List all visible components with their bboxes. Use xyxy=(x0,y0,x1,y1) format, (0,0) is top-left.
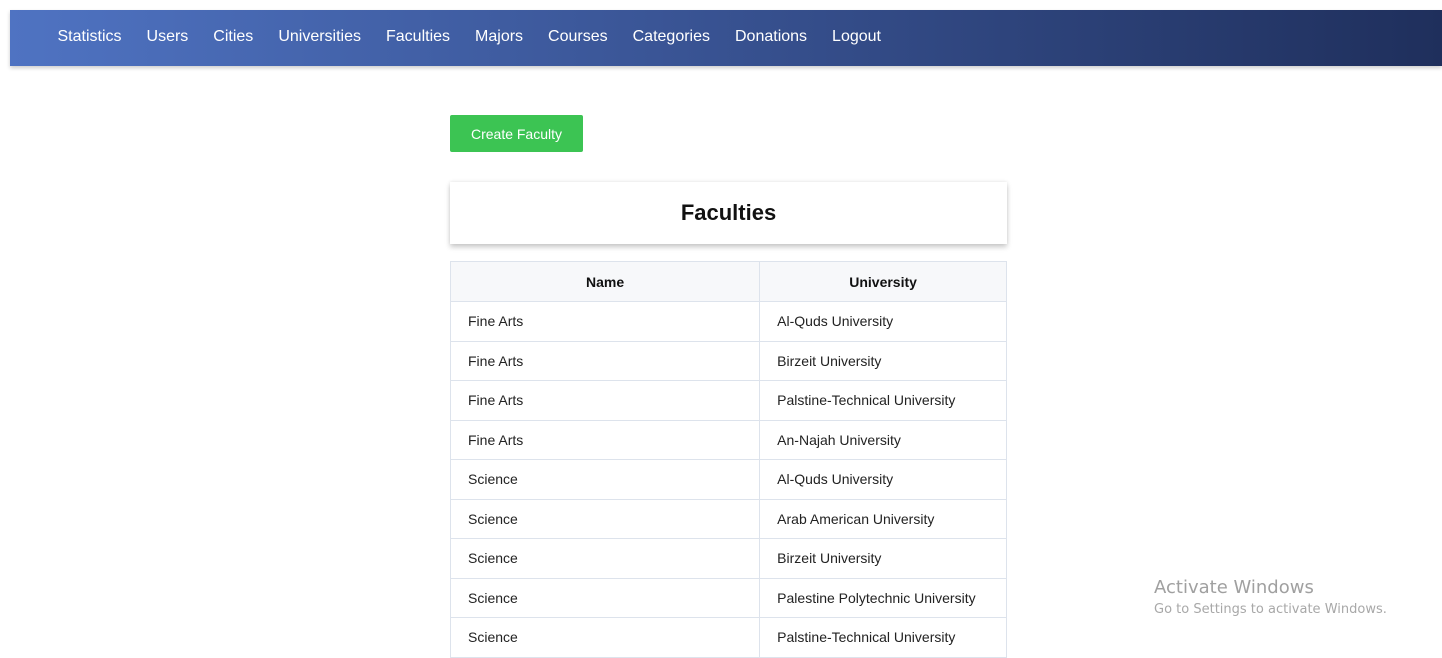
page-title-card: Faculties xyxy=(450,182,1007,244)
top-navbar: Statistics Users Cities Universities Fac… xyxy=(10,10,1442,66)
column-header-university[interactable]: University xyxy=(759,261,1007,302)
column-header-name[interactable]: Name xyxy=(449,261,761,302)
university-cell: Al-Quds University xyxy=(759,459,1007,500)
table-row[interactable]: Fine Arts Birzeit University xyxy=(449,340,1007,381)
table-header-row: Name University xyxy=(449,261,1007,302)
faculty-name-cell: Science xyxy=(449,498,761,539)
university-cell: Palstine-Technical University xyxy=(759,380,1007,421)
table-row[interactable]: Science Palestine Polytechnic University xyxy=(449,577,1007,618)
nav-link-courses[interactable]: Courses xyxy=(536,28,621,48)
faculty-name-cell: Fine Arts xyxy=(449,380,761,421)
table-row[interactable]: Fine Arts Palstine-Technical University xyxy=(449,380,1007,421)
nav-link-donations[interactable]: Donations xyxy=(723,28,820,48)
faculties-table: Name University Fine Arts Al-Quds Univer… xyxy=(449,261,1007,658)
university-cell: An-Najah University xyxy=(759,419,1007,460)
faculty-name-cell: Science xyxy=(449,459,761,500)
university-cell: Palestine Polytechnic University xyxy=(759,577,1007,618)
faculty-name-cell: Fine Arts xyxy=(449,419,761,460)
nav-link-categories[interactable]: Categories xyxy=(620,28,722,48)
watermark-subtitle: Go to Settings to activate Windows. xyxy=(1154,602,1387,617)
table-row[interactable]: Science Al-Quds University xyxy=(449,459,1007,500)
table-row[interactable]: Science Palstine-Technical University xyxy=(449,617,1007,658)
university-cell: Arab American University xyxy=(759,498,1007,539)
create-faculty-button[interactable]: Create Faculty xyxy=(450,115,583,152)
nav-link-logout[interactable]: Logout xyxy=(820,28,894,48)
nav-link-majors[interactable]: Majors xyxy=(463,28,536,48)
table-row[interactable]: Fine Arts An-Najah University xyxy=(449,419,1007,460)
faculty-name-cell: Science xyxy=(449,617,761,658)
faculty-name-cell: Fine Arts xyxy=(449,301,761,342)
university-cell: Palstine-Technical University xyxy=(759,617,1007,658)
nav-link-faculties[interactable]: Faculties xyxy=(374,28,463,48)
nav-list: Statistics Users Cities Universities Fac… xyxy=(45,28,893,48)
table-row[interactable]: Science Birzeit University xyxy=(449,538,1007,579)
page-title: Faculties xyxy=(680,200,777,225)
watermark-title: Activate Windows xyxy=(1154,577,1314,598)
table-row[interactable]: Science Arab American University xyxy=(449,498,1007,539)
nav-link-statistics[interactable]: Statistics xyxy=(45,28,134,48)
faculty-name-cell: Science xyxy=(449,538,761,579)
activate-windows-watermark: Activate Windows Go to Settings to activ… xyxy=(1154,577,1387,617)
nav-link-universities[interactable]: Universities xyxy=(266,28,374,48)
faculty-name-cell: Fine Arts xyxy=(449,340,761,381)
university-cell: Al-Quds University xyxy=(759,301,1007,342)
table-row[interactable]: Fine Arts Al-Quds University xyxy=(449,301,1007,342)
nav-link-users[interactable]: Users xyxy=(134,28,201,48)
university-cell: Birzeit University xyxy=(759,538,1007,579)
faculty-name-cell: Science xyxy=(449,577,761,618)
university-cell: Birzeit University xyxy=(759,340,1007,381)
nav-link-cities[interactable]: Cities xyxy=(201,28,266,48)
